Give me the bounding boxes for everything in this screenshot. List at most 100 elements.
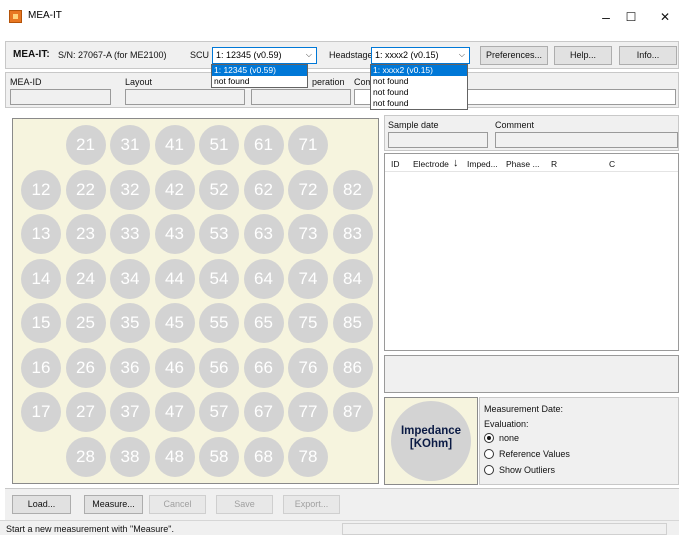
col-impedance[interactable]: Imped...	[467, 159, 498, 169]
electrode-15[interactable]: 15	[21, 303, 61, 343]
electrode-64[interactable]: 64	[243, 258, 284, 299]
electrode-56[interactable]: 56	[199, 347, 239, 388]
radio-unselected[interactable]	[484, 465, 494, 475]
col-id[interactable]: ID	[391, 159, 400, 169]
electrode-74[interactable]: 74	[288, 258, 328, 299]
electrode-37[interactable]: 37	[110, 392, 150, 432]
electrode-65[interactable]: 65	[243, 303, 284, 343]
electrode-21[interactable]: 21	[65, 125, 106, 165]
headstage-option[interactable]: not found	[371, 98, 467, 109]
electrode-44[interactable]: 44	[154, 258, 195, 299]
radio-unselected[interactable]	[484, 449, 494, 459]
electrode-27[interactable]: 27	[65, 392, 106, 432]
electrode-63[interactable]: 63	[243, 214, 284, 254]
status-progress-panel	[342, 523, 667, 535]
help-button[interactable]: Help...	[554, 46, 612, 65]
electrode-31[interactable]: 31	[110, 125, 150, 165]
electrode-33[interactable]: 33	[110, 214, 150, 254]
radio-selected[interactable]	[484, 433, 494, 443]
electrode-82[interactable]: 82	[332, 169, 373, 210]
impedance-panel: Impedance [KOhm]	[384, 397, 478, 485]
scu-option-selected[interactable]: 1: 12345 (v0.59)	[212, 65, 307, 76]
info-button[interactable]: Info...	[619, 46, 677, 65]
electrode-78[interactable]: 78	[288, 436, 328, 477]
electrode-75[interactable]: 75	[288, 303, 328, 343]
operation-field	[251, 89, 351, 105]
electrode-72[interactable]: 72	[288, 169, 328, 210]
operation-label: peration	[312, 77, 345, 87]
electrode-73[interactable]: 73	[288, 214, 328, 254]
status-message: Start a new measurement with "Measure".	[6, 524, 174, 534]
col-electrode[interactable]: Electrode	[413, 159, 449, 169]
results-table[interactable]: ID Electrode ↓ Imped... Phase ... R C	[384, 153, 679, 351]
scu-select[interactable]: 1: 12345 (v0.59) ⌵	[212, 47, 317, 64]
electrode-25[interactable]: 25	[65, 303, 106, 343]
electrode-46[interactable]: 46	[154, 347, 195, 388]
impedance-indicator: Impedance [KOhm]	[391, 401, 471, 481]
headstage-option[interactable]: not found	[371, 76, 467, 87]
electrode-52[interactable]: 52	[199, 169, 239, 210]
electrode-48[interactable]: 48	[154, 436, 195, 477]
close-button[interactable]: ✕	[645, 6, 679, 28]
preferences-button[interactable]: Preferences...	[480, 46, 548, 65]
measurement-date-label: Measurement Date:	[484, 404, 564, 414]
export-button[interactable]: Export...	[283, 495, 340, 514]
scu-option[interactable]: not found	[212, 76, 307, 87]
electrode-23[interactable]: 23	[65, 214, 106, 254]
electrode-77[interactable]: 77	[288, 392, 328, 432]
app-logo-icon	[9, 10, 22, 23]
electrode-57[interactable]: 57	[199, 392, 239, 432]
col-r[interactable]: R	[551, 159, 557, 169]
electrode-87[interactable]: 87	[332, 392, 373, 432]
electrode-71[interactable]: 71	[288, 125, 328, 165]
measure-button[interactable]: Measure...	[84, 495, 143, 514]
headstage-option[interactable]: not found	[371, 87, 467, 98]
electrode-35[interactable]: 35	[110, 303, 150, 343]
electrode-62[interactable]: 62	[243, 169, 284, 210]
eval-option-reference-label: Reference Values	[499, 449, 570, 459]
sample-date-field	[388, 132, 488, 148]
electrode-54[interactable]: 54	[199, 258, 239, 299]
electrode-76[interactable]: 76	[288, 347, 328, 388]
electrode-32[interactable]: 32	[110, 169, 150, 210]
electrode-36[interactable]: 36	[110, 347, 150, 388]
col-phase[interactable]: Phase ...	[506, 159, 540, 169]
app-label: MEA-IT:	[13, 49, 50, 60]
electrode-61[interactable]: 61	[243, 125, 284, 165]
electrode-42[interactable]: 42	[154, 169, 195, 210]
electrode-86[interactable]: 86	[332, 347, 373, 388]
electrode-66[interactable]: 66	[243, 347, 284, 388]
electrode-34[interactable]: 34	[110, 258, 150, 299]
sort-arrow-icon[interactable]: ↓	[453, 157, 459, 169]
electrode-68[interactable]: 68	[243, 436, 284, 477]
headstage-select[interactable]: 1: xxxx2 (v0.15) ⌵	[371, 47, 470, 64]
electrode-24[interactable]: 24	[65, 258, 106, 299]
electrode-41[interactable]: 41	[154, 125, 195, 165]
electrode-55[interactable]: 55	[199, 303, 239, 343]
electrode-47[interactable]: 47	[154, 392, 195, 432]
electrode-43[interactable]: 43	[154, 214, 195, 254]
electrode-85[interactable]: 85	[332, 303, 373, 343]
electrode-84[interactable]: 84	[332, 258, 373, 299]
load-button[interactable]: Load...	[12, 495, 71, 514]
electrode-38[interactable]: 38	[110, 436, 150, 477]
electrode-83[interactable]: 83	[332, 214, 373, 254]
col-c[interactable]: C	[609, 159, 615, 169]
electrode-13[interactable]: 13	[21, 214, 61, 254]
electrode-16[interactable]: 16	[21, 347, 61, 388]
cancel-button[interactable]: Cancel	[149, 495, 206, 514]
electrode-14[interactable]: 14	[21, 258, 61, 299]
electrode-28[interactable]: 28	[65, 436, 106, 477]
electrode-22[interactable]: 22	[65, 169, 106, 210]
electrode-45[interactable]: 45	[154, 303, 195, 343]
save-button[interactable]: Save	[216, 495, 273, 514]
electrode-51[interactable]: 51	[199, 125, 239, 165]
electrode-26[interactable]: 26	[65, 347, 106, 388]
headstage-option-selected[interactable]: 1: xxxx2 (v0.15)	[371, 65, 467, 76]
electrode-53[interactable]: 53	[199, 214, 239, 254]
electrode-58[interactable]: 58	[199, 436, 239, 477]
electrode-17[interactable]: 17	[21, 392, 61, 432]
electrode-12[interactable]: 12	[21, 169, 61, 210]
layout-field	[125, 89, 245, 105]
electrode-67[interactable]: 67	[243, 392, 284, 432]
